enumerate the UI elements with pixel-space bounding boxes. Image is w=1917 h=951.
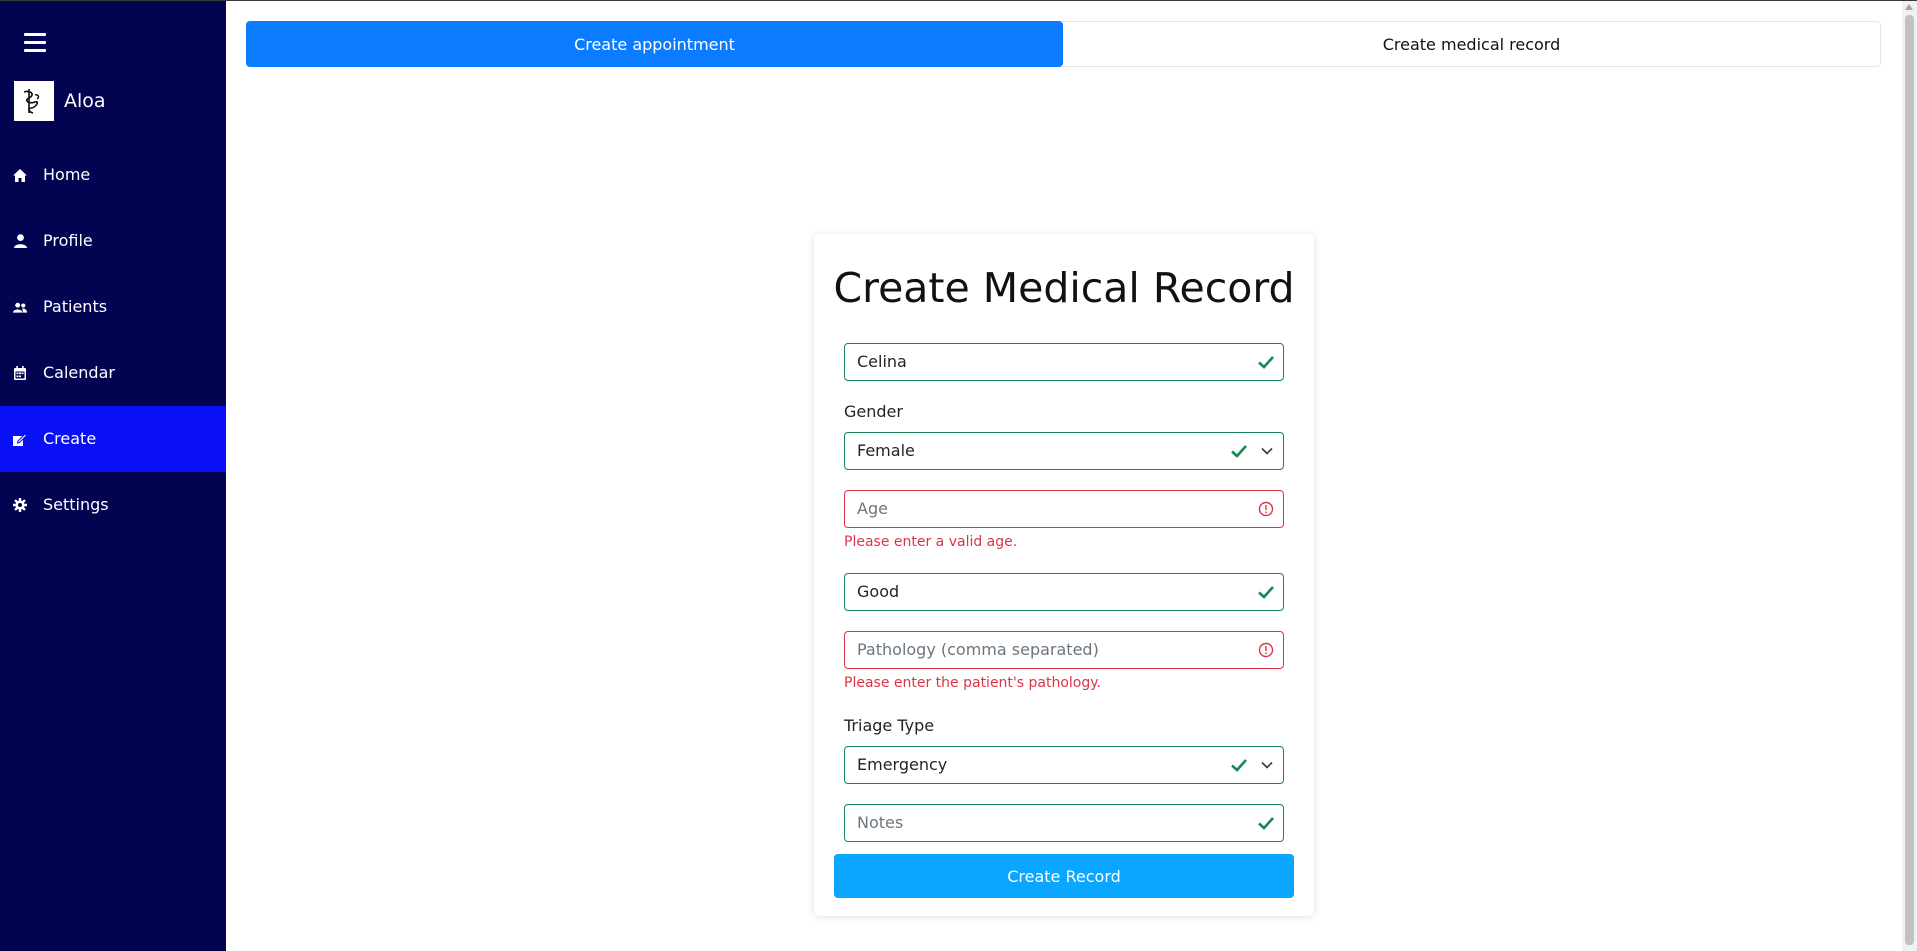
sidebar-item-label: Calendar (43, 363, 115, 382)
valid-check-icon (1231, 445, 1247, 458)
patient-name-value: Celina (857, 352, 907, 371)
sidebar-item-profile[interactable]: Profile (0, 208, 226, 274)
user-icon (13, 234, 27, 248)
sidebar-item-label: Settings (43, 495, 109, 514)
triage-label: Triage Type (844, 716, 935, 735)
users-icon (13, 300, 27, 314)
sidebar-item-label: Profile (43, 231, 93, 250)
edit-icon (13, 432, 27, 446)
tab-create-appointment[interactable]: Create appointment (246, 21, 1063, 67)
triage-select[interactable]: Emergency (844, 746, 1284, 784)
brand[interactable]: Aloa (14, 81, 106, 121)
sidebar: Aloa Home Profile Patients Calendar Crea… (0, 1, 226, 951)
window-top-border (0, 0, 1917, 1)
error-icon (1258, 642, 1274, 658)
gender-select[interactable]: Female (844, 432, 1284, 470)
age-input[interactable]: Age (844, 490, 1284, 528)
scroll-thumb[interactable] (1905, 15, 1914, 945)
patient-name-input[interactable]: Celina (844, 343, 1284, 381)
tab-bar: Create appointment Create medical record (246, 21, 1881, 67)
chevron-down-icon (1261, 447, 1273, 455)
notes-placeholder: Notes (857, 813, 904, 832)
pathology-input[interactable]: Pathology (comma separated) (844, 631, 1284, 669)
sidebar-item-home[interactable]: Home (0, 142, 226, 208)
valid-check-icon (1258, 586, 1274, 599)
gear-icon (13, 498, 27, 512)
age-error-message: Please enter a valid age. (844, 534, 1018, 550)
condition-input[interactable]: Good (844, 573, 1284, 611)
chevron-down-icon (1261, 761, 1273, 769)
tab-create-medical-record[interactable]: Create medical record (1063, 21, 1881, 67)
error-icon (1258, 501, 1274, 517)
sidebar-item-calendar[interactable]: Calendar (0, 340, 226, 406)
create-record-button[interactable]: Create Record (834, 854, 1294, 898)
medical-record-card: Create Medical Record Celina Gender Fema… (814, 234, 1314, 916)
age-placeholder: Age (857, 499, 888, 518)
condition-value: Good (857, 582, 900, 601)
pathology-placeholder: Pathology (comma separated) (857, 640, 1099, 659)
sidebar-item-label: Patients (43, 297, 108, 316)
valid-check-icon (1258, 356, 1274, 369)
pathology-error-message: Please enter the patient's pathology. (844, 675, 1101, 691)
gender-label: Gender (844, 402, 903, 421)
sidebar-nav: Home Profile Patients Calendar Create Se… (0, 142, 226, 538)
triage-selected-value: Emergency (857, 755, 948, 774)
sidebar-item-create[interactable]: Create (0, 406, 226, 472)
calendar-icon (13, 366, 27, 380)
notes-input[interactable]: Notes (844, 804, 1284, 842)
brand-name: Aloa (64, 90, 106, 112)
menu-toggle-icon[interactable] (24, 33, 46, 53)
sidebar-item-settings[interactable]: Settings (0, 472, 226, 538)
valid-check-icon (1258, 817, 1274, 830)
caduceus-icon (14, 81, 54, 121)
home-icon (13, 168, 27, 182)
scroll-up-arrow-icon[interactable] (1905, 4, 1913, 10)
form-title: Create Medical Record (833, 264, 1295, 312)
gender-selected-value: Female (857, 441, 915, 460)
sidebar-item-label: Create (43, 429, 97, 448)
valid-check-icon (1231, 759, 1247, 772)
sidebar-item-label: Home (43, 165, 91, 184)
page-scrollbar[interactable] (1902, 1, 1917, 951)
sidebar-item-patients[interactable]: Patients (0, 274, 226, 340)
